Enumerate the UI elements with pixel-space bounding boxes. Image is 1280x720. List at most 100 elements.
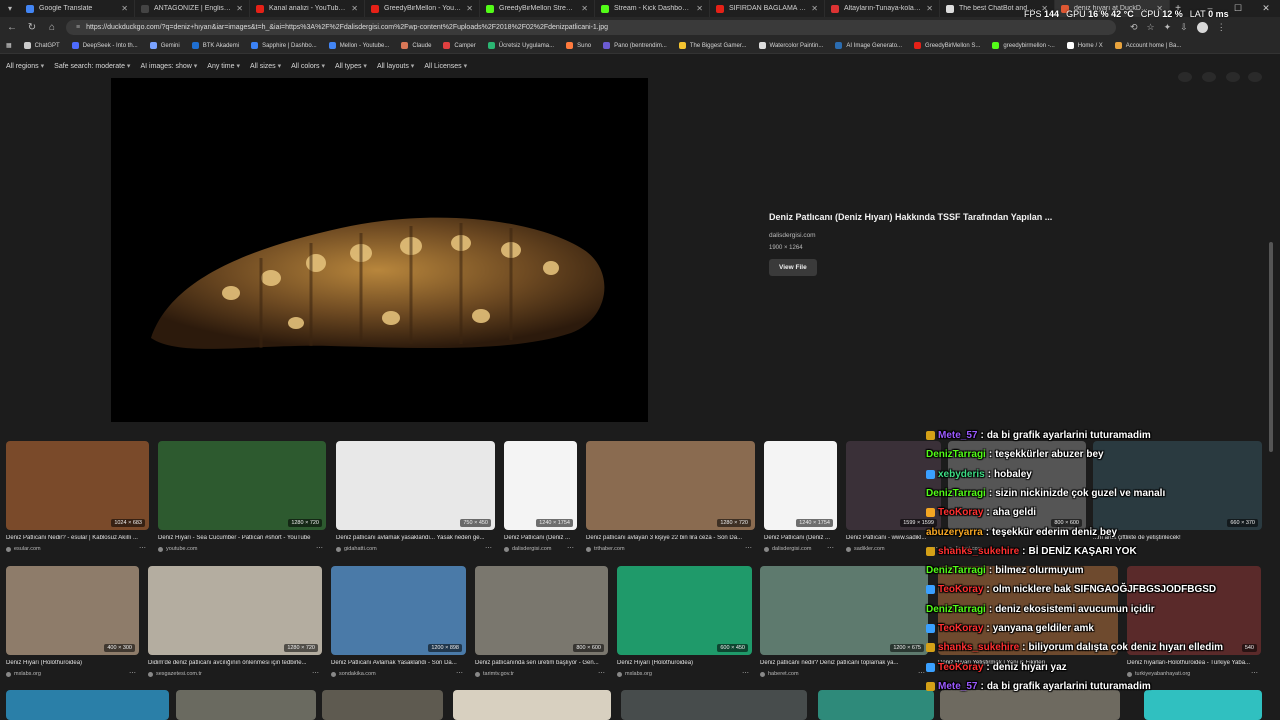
scrollbar[interactable] [1268, 74, 1274, 720]
result-source[interactable]: youtube.com [158, 546, 312, 552]
preview-close-icon[interactable] [1248, 72, 1262, 82]
result-thumbnail[interactable]: 1280 × 720 [586, 441, 755, 530]
bookmark-item[interactable]: AI Image Generato... [835, 42, 902, 49]
result-thumbnail[interactable]: 1240 × 1754 [504, 441, 577, 530]
result-thumbnail[interactable]: 750 × 450 [336, 441, 495, 530]
browser-tab[interactable]: Altayların-Tunaya-kolay-nota ✕ [825, 0, 940, 17]
more-options-icon[interactable]: ⋯ [598, 669, 605, 677]
filter-dropdown[interactable]: All colors [291, 62, 325, 70]
result-thumbnail[interactable]: 800 × 600 [475, 566, 608, 655]
result-source[interactable]: trthaber.com [586, 546, 741, 552]
filter-dropdown[interactable]: All layouts [377, 62, 414, 70]
result-thumbnail[interactable]: 1024 × 683 [6, 441, 149, 530]
bookmark-item[interactable]: DeepSeek - Into th... [71, 42, 138, 49]
result-caption[interactable]: Deniz Patlıcanı (Deniz ... [504, 535, 577, 541]
result-source[interactable]: mxlabs.org [617, 671, 738, 677]
result-caption[interactable]: Deniz patlıcanı avlayan 3 kişiye 22 bin … [586, 535, 755, 541]
result-caption[interactable]: Deniz Hıyarı - Sea Cucumber - Patlıcan #… [158, 535, 326, 541]
result-source[interactable]: sondakika.com [331, 671, 452, 677]
scrollbar-thumb[interactable] [1269, 242, 1273, 452]
filter-dropdown[interactable]: Safe search: moderate [54, 62, 130, 70]
result-thumbnail[interactable] [322, 690, 443, 720]
result-caption[interactable]: Deniz Patlıcanı Avlamak Yasaklandı - Son… [331, 660, 466, 666]
more-options-icon[interactable]: ⋯ [745, 544, 752, 552]
preview-image[interactable] [111, 78, 648, 422]
tab-search-icon[interactable]: ▾ [0, 0, 20, 17]
result-thumbnail[interactable]: 1200 × 675 [760, 566, 928, 655]
preview-title[interactable]: Deniz Patlıcanı (Deniz Hıyarı) Hakkında … [769, 212, 1089, 222]
tab-close-icon[interactable]: ✕ [236, 4, 243, 13]
more-options-icon[interactable]: ⋯ [1251, 669, 1258, 677]
result-thumbnail[interactable]: 1280 × 720 [158, 441, 326, 530]
result-caption[interactable]: ...nı artık çiftlikte de yetiştirilecek! [1093, 535, 1262, 541]
more-options-icon[interactable]: ⋯ [456, 669, 463, 677]
preview-domain[interactable]: dalisdergisi.com [769, 232, 1089, 239]
result-thumbnail[interactable]: 1240 × 1754 [764, 441, 837, 530]
filter-dropdown[interactable]: All Licenses [424, 62, 467, 70]
result-thumbnail[interactable]: 600 × 450 [617, 566, 752, 655]
result-source[interactable]: sadikler.com [846, 546, 927, 552]
tab-close-icon[interactable]: ✕ [696, 4, 703, 13]
filter-dropdown[interactable]: All regions [6, 62, 44, 70]
more-options-icon[interactable]: ⋯ [129, 669, 136, 677]
result-thumbnail[interactable] [818, 690, 934, 720]
bookmark-item[interactable]: Home / X [1066, 42, 1103, 49]
result-source[interactable]: mxlabs.org [6, 671, 125, 677]
download-icon[interactable]: ⇩ [1180, 22, 1188, 33]
more-options-icon[interactable]: ⋯ [918, 669, 925, 677]
more-options-icon[interactable]: ⋯ [139, 544, 146, 552]
address-bar[interactable]: ≡ https://duckduckgo.com/?q=deniz+hıyarı… [66, 20, 1116, 35]
bookmark-item[interactable]: Claude [401, 42, 431, 49]
bookmark-item[interactable]: Watercolor Paintin... [758, 42, 823, 49]
filter-dropdown[interactable]: AI images: show [140, 62, 197, 70]
bookmark-item[interactable]: BTK Akademi [191, 42, 239, 49]
preview-share-icon[interactable] [1226, 72, 1240, 82]
tab-close-icon[interactable]: ✕ [581, 4, 588, 13]
result-thumbnail[interactable]: 660 × 370 [1093, 441, 1262, 530]
result-caption[interactable]: Deniz patlıcanında seri üretim başlıyor … [475, 660, 608, 666]
result-caption[interactable]: Deniz patlıcanı nedir? Deniz patlıcanı t… [760, 660, 928, 666]
extensions-icon[interactable]: ✦ [1164, 22, 1172, 33]
result-caption[interactable]: Deniz Hıyarı (Holothuroidea) [617, 660, 752, 666]
more-options-icon[interactable]: ⋯ [567, 544, 574, 552]
tab-close-icon[interactable]: ✕ [811, 4, 818, 13]
preview-prev-icon[interactable] [1178, 72, 1192, 82]
bookmark-item[interactable]: Suno [566, 42, 591, 49]
filter-dropdown[interactable]: All types [335, 62, 367, 70]
back-icon[interactable]: ← [6, 22, 18, 33]
result-thumbnail[interactable]: 1280 × 720 [148, 566, 322, 655]
bookmark-item[interactable]: greedybirmellon -... [992, 42, 1055, 49]
browser-tab[interactable]: GreedyBirMellon - YouTube ✕ [365, 0, 480, 17]
more-options-icon[interactable]: ⋯ [742, 669, 749, 677]
bookmark-item[interactable]: The Biggest Gamer... [678, 42, 747, 49]
more-options-icon[interactable]: ⋯ [485, 544, 492, 552]
result-thumbnail[interactable] [453, 690, 611, 720]
result-thumbnail[interactable] [940, 690, 1120, 720]
result-caption[interactable]: Didim'de deniz patlıcanı avcılığının önl… [148, 660, 322, 666]
tab-close-icon[interactable]: ✕ [351, 4, 358, 13]
result-thumbnail[interactable] [621, 690, 807, 720]
tab-close-icon[interactable]: ✕ [121, 4, 128, 13]
result-source[interactable]: tarimtv.gov.tr [475, 671, 594, 677]
browser-tab[interactable]: GreedyBirMellon Stream - Watch ✕ [480, 0, 595, 17]
more-options-icon[interactable]: ⋯ [312, 669, 319, 677]
bookmark-item[interactable]: GreedyBirMellon S... [914, 42, 980, 49]
bookmark-item[interactable]: Sapphire | Dashbo... [251, 42, 317, 49]
preview-next-icon[interactable] [1202, 72, 1216, 82]
view-file-button[interactable]: View File [769, 259, 817, 276]
result-thumbnail[interactable] [6, 690, 169, 720]
browser-tab[interactable]: ANTAGONIZE | English meaning ✕ [135, 0, 250, 17]
browser-menu-icon[interactable]: ⋮ [1217, 22, 1226, 33]
site-info-icon[interactable]: ≡ [76, 24, 80, 31]
profile-avatar[interactable] [1196, 22, 1208, 33]
result-source[interactable]: gidahatti.com [336, 546, 481, 552]
result-caption[interactable]: Deniz patlıcanı avlamak yasaklandı... Ya… [336, 535, 495, 541]
result-caption[interactable]: Deniz Patlıcanı Nedir? - esular | Kablos… [6, 535, 149, 541]
browser-tab[interactable]: SIFIRDAN BAĞLAMA DERSLERİ ✕ [710, 0, 825, 17]
bookmark-star-icon[interactable]: ☆ [1147, 22, 1155, 33]
bookmark-item[interactable]: Pano (bentrendim... [603, 42, 667, 49]
result-source[interactable]: esular.com [6, 546, 135, 552]
more-options-icon[interactable]: ⋯ [316, 544, 323, 552]
bookmark-item[interactable]: Mellon - Youtube... [328, 42, 389, 49]
bookmark-item[interactable]: Account home | Ba... [1114, 42, 1181, 49]
